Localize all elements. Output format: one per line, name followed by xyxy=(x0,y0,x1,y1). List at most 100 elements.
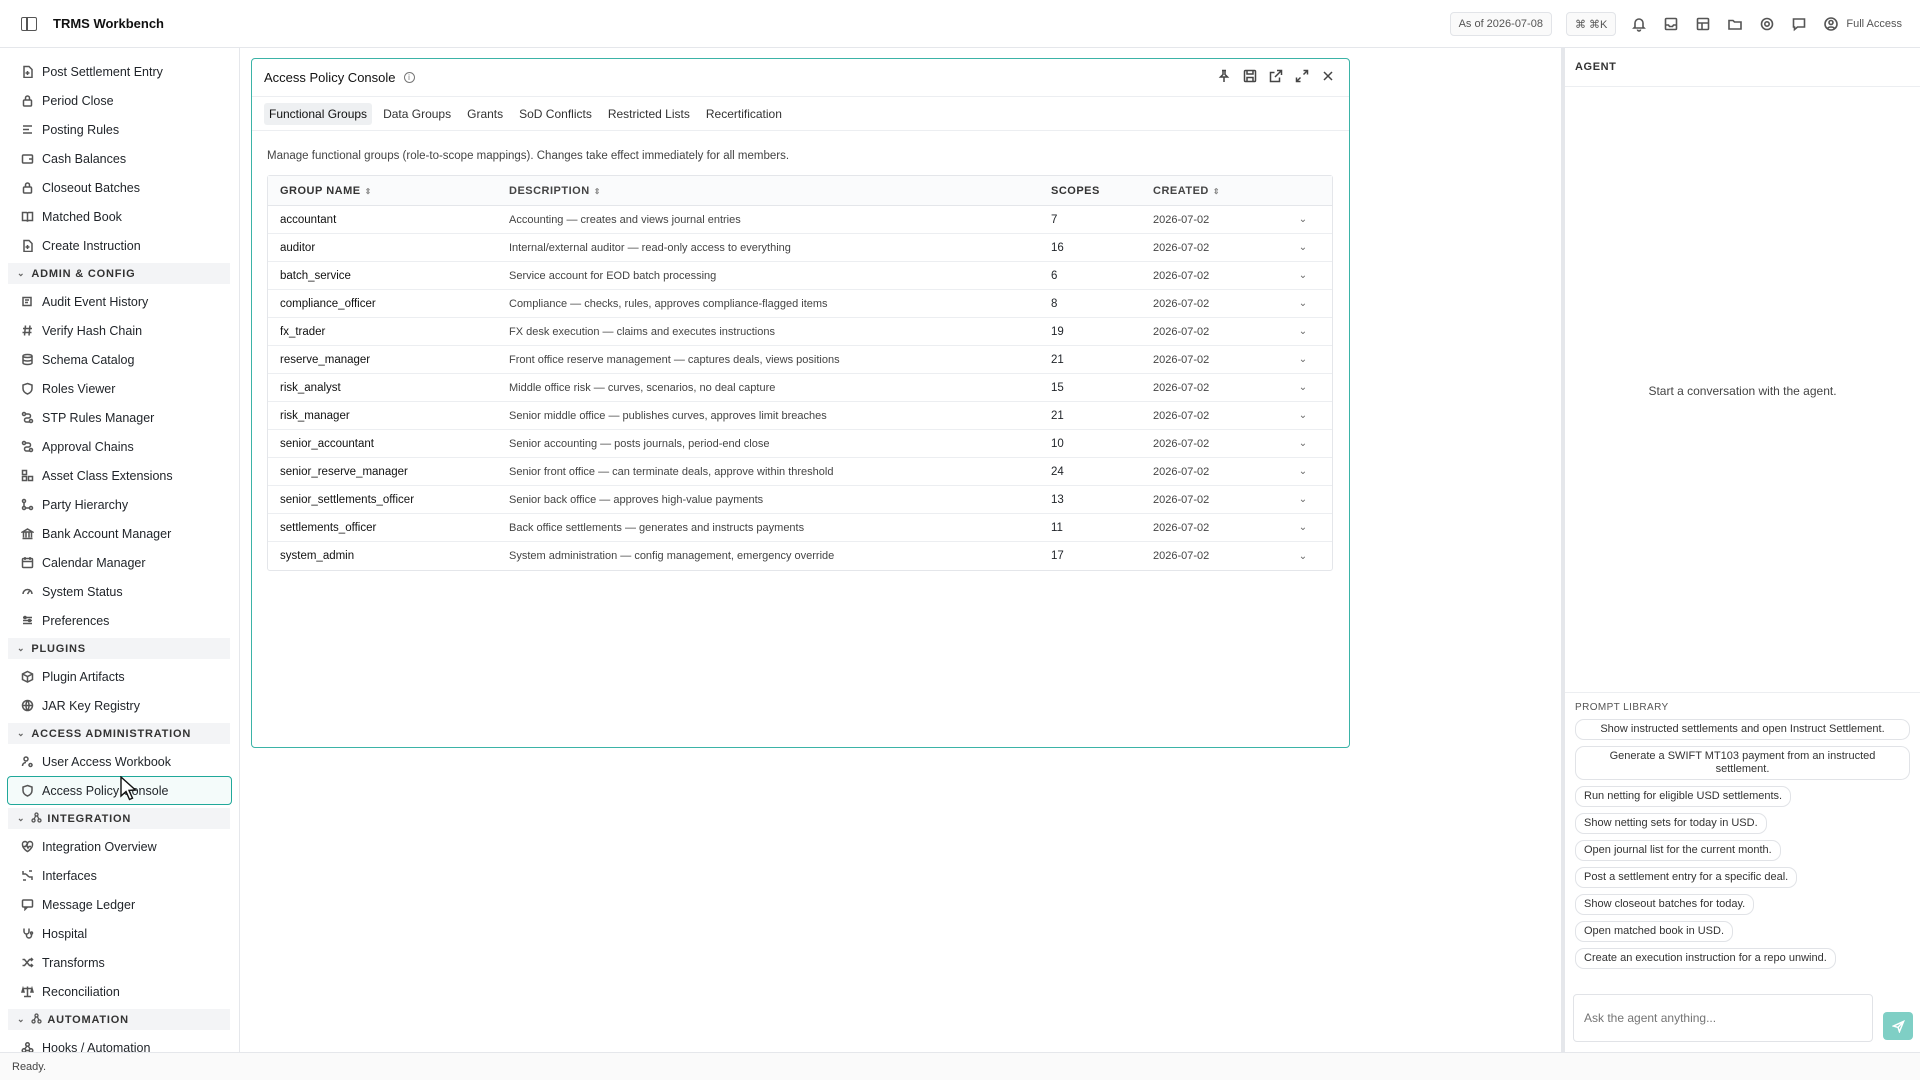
table-row[interactable]: settlements_officer Back office settlemen… xyxy=(268,514,1332,542)
chat-icon[interactable] xyxy=(1790,15,1808,33)
section-access-administration[interactable]: ⌄ ACCESS ADMINISTRATION xyxy=(8,723,230,744)
tab-data-groups[interactable]: Data Groups xyxy=(378,103,456,125)
sidebar-item-audit-event-history[interactable]: Audit Event History xyxy=(0,287,231,316)
expand-icon[interactable] xyxy=(1295,69,1309,86)
sidebar-item-stp-rules-manager[interactable]: STP Rules Manager xyxy=(0,403,231,432)
sidebar-item-post-settlement-entry[interactable]: Post Settlement Entry xyxy=(0,57,231,86)
access-level[interactable]: Full Access xyxy=(1822,15,1902,33)
prompt-chip[interactable]: Show netting sets for today in USD. xyxy=(1575,813,1767,834)
as-of-date[interactable]: As of 2026-07-08 xyxy=(1449,12,1552,36)
chevron-down-icon[interactable]: ⌄ xyxy=(1283,354,1323,365)
prompt-chip[interactable]: Show instructed settlements and open Ins… xyxy=(1575,719,1910,740)
chevron-down-icon[interactable]: ⌄ xyxy=(1283,438,1323,449)
pin-icon[interactable] xyxy=(1217,69,1231,86)
table-row[interactable]: risk_manager Senior middle office — publi… xyxy=(268,402,1332,430)
sidebar-toggle-icon[interactable] xyxy=(21,16,37,31)
sidebar-item-asset-class-extensions[interactable]: Asset Class Extensions xyxy=(0,461,231,490)
sidebar-item-system-status[interactable]: System Status xyxy=(0,577,231,606)
command-palette-shortcut[interactable]: ⌘ ⌘K xyxy=(1565,12,1617,36)
save-icon[interactable] xyxy=(1243,69,1257,86)
sidebar-item-posting-rules[interactable]: Posting Rules xyxy=(0,115,231,144)
chevron-down-icon[interactable]: ⌄ xyxy=(1283,382,1323,393)
inbox-icon[interactable] xyxy=(1662,15,1680,33)
tab-functional-groups[interactable]: Functional Groups xyxy=(264,102,373,125)
table-row[interactable]: fx_trader FX desk execution — claims and … xyxy=(268,318,1332,346)
sidebar-item-schema-catalog[interactable]: Schema Catalog xyxy=(0,345,231,374)
chevron-down-icon[interactable]: ⌄ xyxy=(1283,522,1323,533)
sidebar-item-preferences[interactable]: Preferences xyxy=(0,606,231,635)
sidebar-item-matched-book[interactable]: Matched Book xyxy=(0,202,231,231)
chevron-down-icon[interactable]: ⌄ xyxy=(1283,466,1323,477)
sidebar-item-integration-overview[interactable]: Integration Overview xyxy=(0,832,231,861)
section-admin-config[interactable]: ⌄ ADMIN & CONFIG xyxy=(8,263,230,284)
section-integration[interactable]: ⌄ INTEGRATION xyxy=(8,808,230,829)
info-icon[interactable]: i xyxy=(403,72,415,83)
prompt-chip[interactable]: Post a settlement entry for a specific d… xyxy=(1575,867,1798,888)
sidebar-item-interfaces[interactable]: Interfaces xyxy=(0,861,231,890)
group-name-cell: reserve_manager xyxy=(280,353,371,366)
prompt-chip[interactable]: Open matched book in USD. xyxy=(1575,921,1734,942)
chevron-down-icon[interactable]: ⌄ xyxy=(1283,494,1323,505)
sidebar-item-message-ledger[interactable]: Message Ledger xyxy=(0,890,231,919)
table-row[interactable]: batch_service Service account for EOD bat… xyxy=(268,262,1332,290)
table-row[interactable]: senior_accountant Senior accounting — pos… xyxy=(268,430,1332,458)
sidebar-item-approval-chains[interactable]: Approval Chains xyxy=(0,432,231,461)
chevron-down-icon[interactable]: ⌄ xyxy=(1283,551,1323,562)
created-cell: 2026-07-02 xyxy=(1153,550,1210,562)
prompt-chip[interactable]: Create an execution instruction for a re… xyxy=(1575,948,1836,969)
section-plugins[interactable]: ⌄ PLUGINS xyxy=(8,638,230,659)
section-automation[interactable]: ⌄ AUTOMATION xyxy=(8,1009,230,1030)
chevron-down-icon[interactable]: ⌄ xyxy=(1283,410,1323,421)
sidebar-item-roles-viewer[interactable]: Roles Viewer xyxy=(0,374,231,403)
prompt-chip[interactable]: Run netting for eligible USD settlements… xyxy=(1575,786,1792,807)
tab-sod-conflicts[interactable]: SoD Conflicts xyxy=(514,103,597,125)
sidebar-item-hospital[interactable]: Hospital xyxy=(0,919,231,948)
sidebar-item-reconciliation[interactable]: Reconciliation xyxy=(0,977,231,1006)
sidebar-item-verify-hash-chain[interactable]: Verify Hash Chain xyxy=(0,316,231,345)
column-header-created[interactable]: CREATED ⇕ xyxy=(1153,185,1283,197)
chevron-down-icon[interactable]: ⌄ xyxy=(1283,298,1323,309)
chevron-down-icon[interactable]: ⌄ xyxy=(1283,214,1323,225)
column-header-description[interactable]: DESCRIPTION ⇕ xyxy=(509,185,1051,197)
layout-icon[interactable] xyxy=(1694,15,1712,33)
sidebar-item-plugin-artifacts[interactable]: Plugin Artifacts xyxy=(0,662,231,691)
table-row[interactable]: auditor Internal/external auditor — read-… xyxy=(268,234,1332,262)
table-row[interactable]: senior_settlements_officer Senior back of… xyxy=(268,486,1332,514)
sidebar-item-create-instruction[interactable]: Create Instruction xyxy=(0,231,231,260)
tab-grants[interactable]: Grants xyxy=(462,103,508,125)
sidebar-item-bank-account-manager[interactable]: Bank Account Manager xyxy=(0,519,231,548)
send-button[interactable] xyxy=(1883,1012,1913,1040)
table-row[interactable]: senior_reserve_manager Senior front offic… xyxy=(268,458,1332,486)
table-row[interactable]: risk_analyst Middle office risk — curves,… xyxy=(268,374,1332,402)
table-row[interactable]: compliance_officer Compliance — checks, r… xyxy=(268,290,1332,318)
sidebar-item-cash-balances[interactable]: Cash Balances xyxy=(0,144,231,173)
close-icon[interactable] xyxy=(1321,69,1335,86)
sidebar-item-user-access-workbook[interactable]: User Access Workbook xyxy=(0,747,231,776)
table-row[interactable]: system_admin System administration — conf… xyxy=(268,542,1332,570)
prompt-chip[interactable]: Show closeout batches for today. xyxy=(1575,894,1755,915)
chevron-down-icon[interactable]: ⌄ xyxy=(1283,242,1323,253)
agent-chat-input[interactable] xyxy=(1573,994,1873,1042)
folder-icon[interactable] xyxy=(1726,15,1744,33)
table-row[interactable]: accountant Accounting — creates and views… xyxy=(268,206,1332,234)
external-link-icon[interactable] xyxy=(1269,69,1283,86)
gear-icon[interactable] xyxy=(1758,15,1776,33)
chevron-down-icon[interactable]: ⌄ xyxy=(1283,270,1323,281)
sidebar-item-calendar-manager[interactable]: Calendar Manager xyxy=(0,548,231,577)
book-icon xyxy=(21,210,34,223)
sidebar-item-party-hierarchy[interactable]: Party Hierarchy xyxy=(0,490,231,519)
prompt-chip[interactable]: Open journal list for the current month. xyxy=(1575,840,1781,861)
sidebar-item-hooks-automation[interactable]: Hooks / Automation xyxy=(0,1033,231,1052)
sidebar-item-closeout-batches[interactable]: Closeout Batches xyxy=(0,173,231,202)
bell-icon[interactable] xyxy=(1630,15,1648,33)
scale-icon xyxy=(21,985,34,998)
sidebar-item-transforms[interactable]: Transforms xyxy=(0,948,231,977)
sidebar-item-jar-key-registry[interactable]: JAR Key Registry xyxy=(0,691,231,720)
tab-restricted-lists[interactable]: Restricted Lists xyxy=(603,103,695,125)
tab-recertification[interactable]: Recertification xyxy=(701,103,787,125)
prompt-chip[interactable]: Generate a SWIFT MT103 payment from an i… xyxy=(1575,746,1910,780)
column-header-group-name[interactable]: GROUP NAME ⇕ xyxy=(268,185,509,197)
table-row[interactable]: reserve_manager Front office reserve mana… xyxy=(268,346,1332,374)
chevron-down-icon[interactable]: ⌄ xyxy=(1283,326,1323,337)
sidebar-item-period-close[interactable]: Period Close xyxy=(0,86,231,115)
